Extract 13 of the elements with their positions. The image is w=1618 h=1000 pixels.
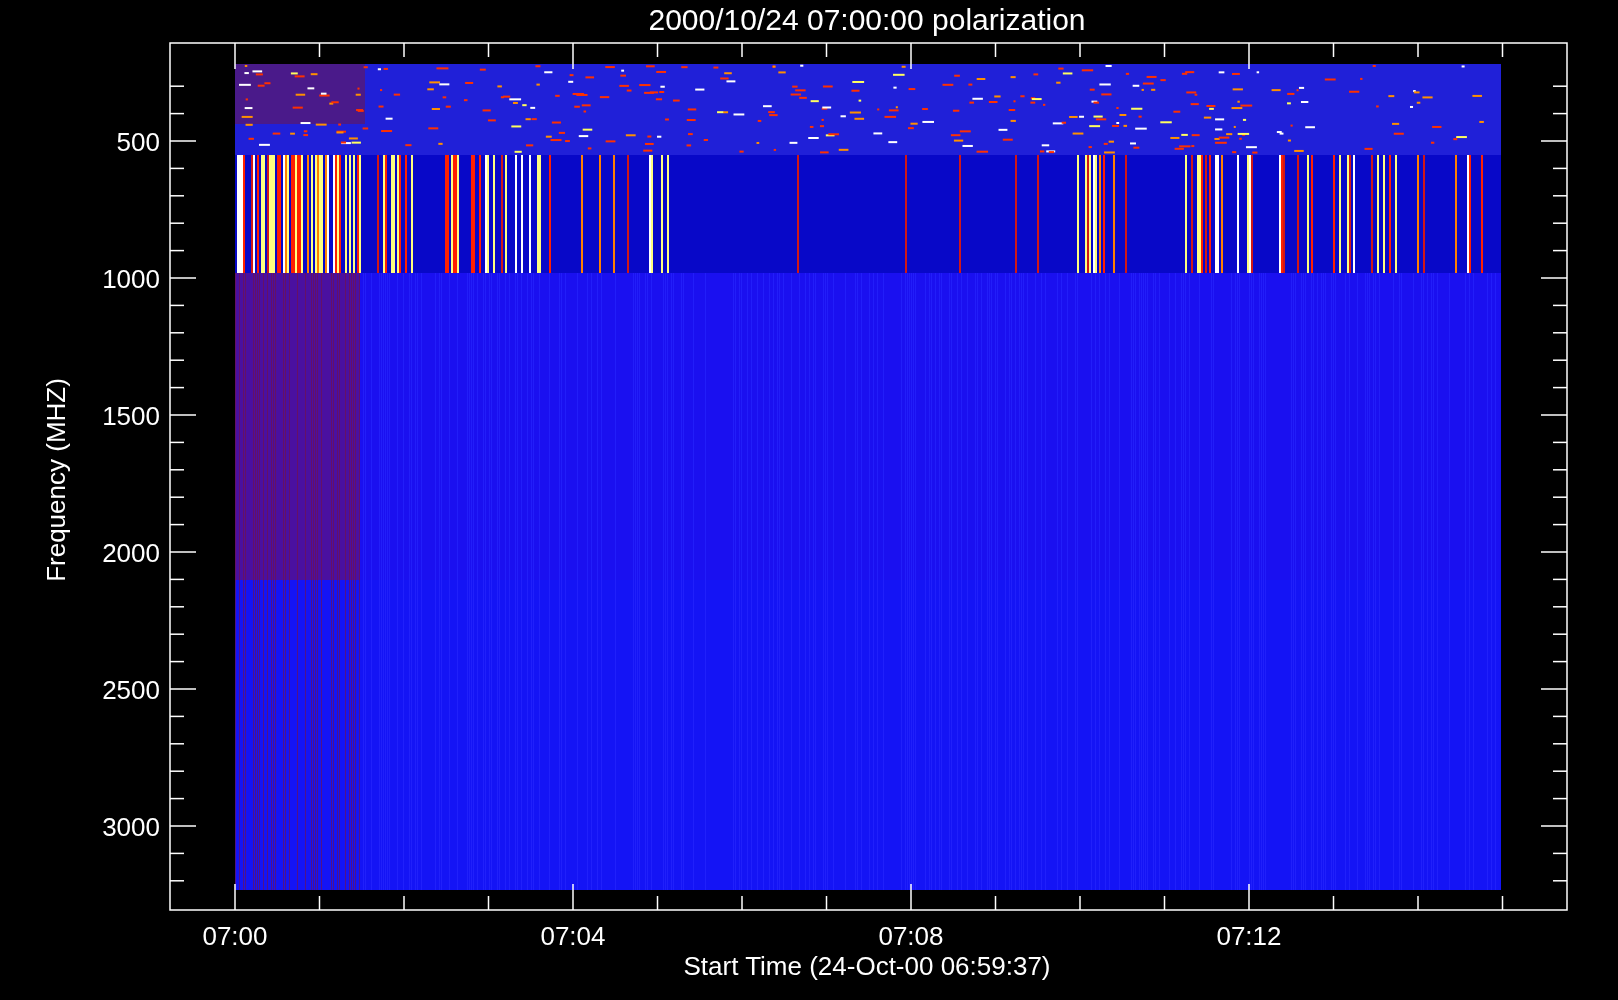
x-tick-label: 07:04 xyxy=(540,921,606,951)
y-tick-label: 2000 xyxy=(102,538,160,568)
x-tick-label: 07:00 xyxy=(202,921,268,951)
y-tick-label: 3000 xyxy=(102,812,160,842)
y-tick-label: 500 xyxy=(116,127,160,157)
y-tick-label: 2500 xyxy=(102,675,160,705)
y-axis-label: Frequency (MHZ) xyxy=(41,378,71,582)
x-tick-label: 07:08 xyxy=(878,921,944,951)
plot-title: 2000/10/24 07:00:00 polarization xyxy=(648,3,1086,36)
x-axis-label: Start Time (24-Oct-00 06:59:37) xyxy=(683,951,1051,981)
y-tick-label: 1500 xyxy=(102,401,160,431)
x-tick-label: 07:12 xyxy=(1216,921,1282,951)
y-tick-label: 1000 xyxy=(102,264,160,294)
